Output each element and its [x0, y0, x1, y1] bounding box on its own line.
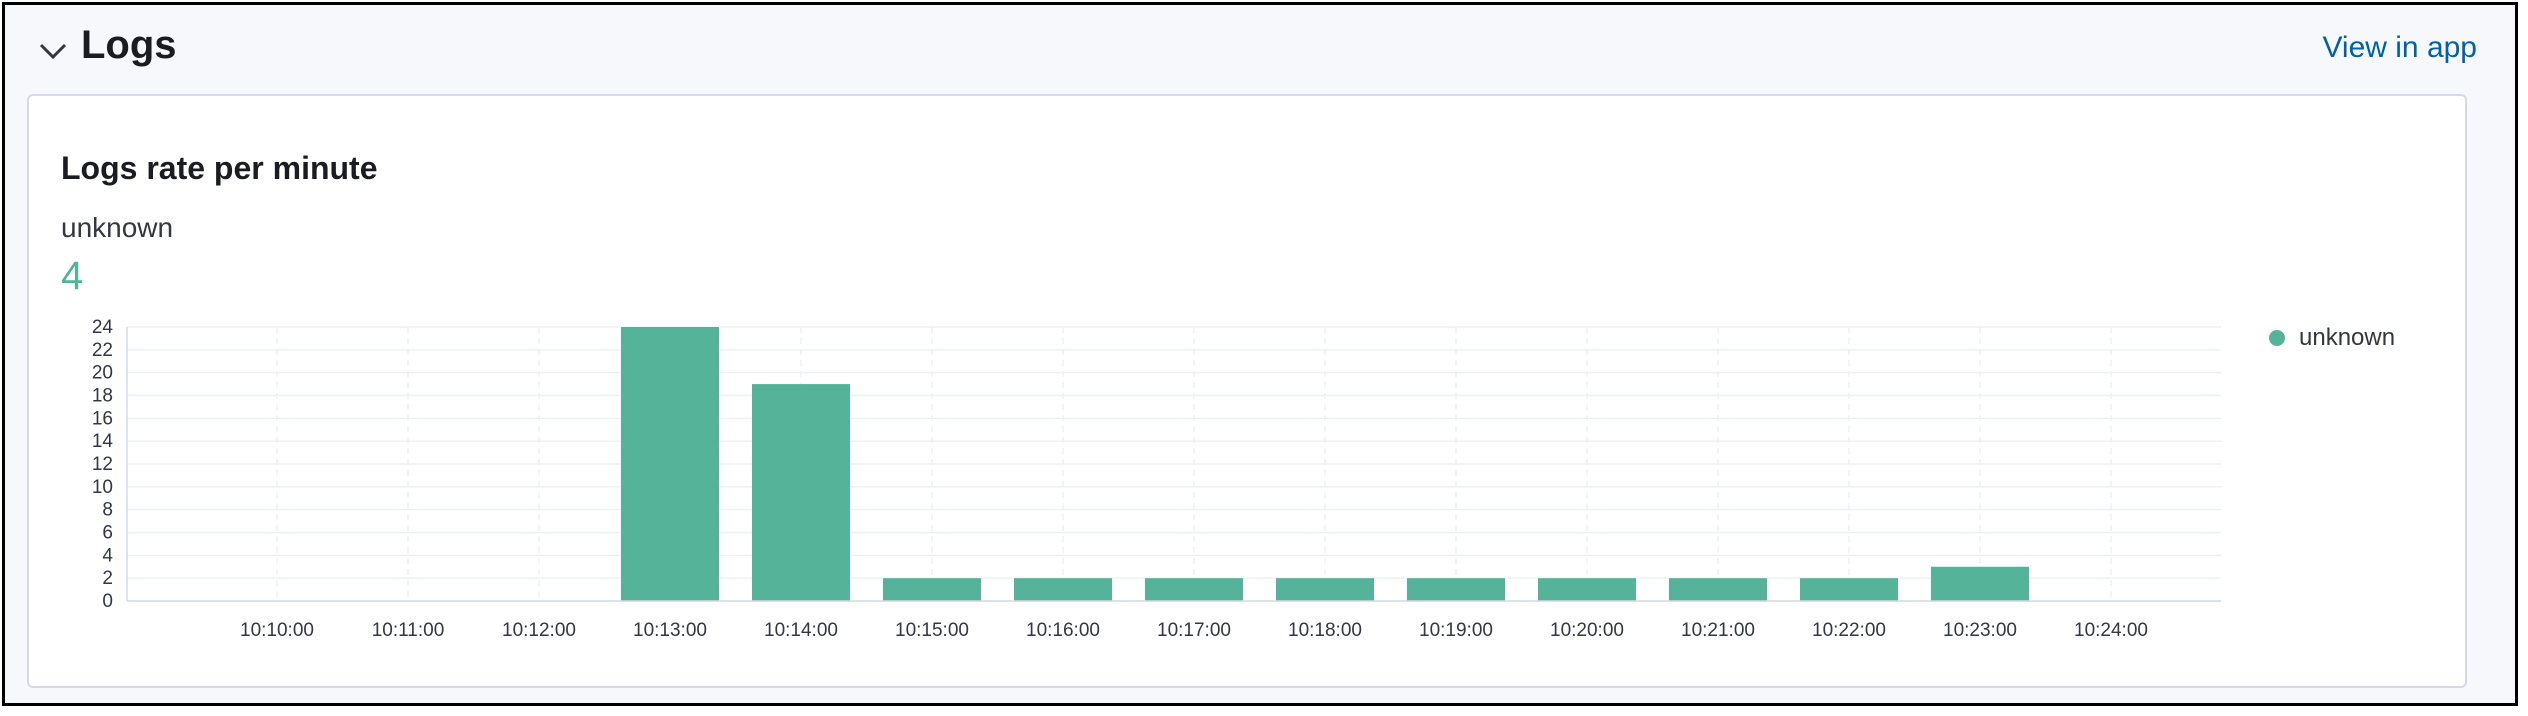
- x-tick-label: 10:15:00: [895, 620, 969, 641]
- x-tick-label: 10:20:00: [1550, 620, 1624, 641]
- y-tick-label: 12: [92, 454, 113, 475]
- y-tick-label: 22: [92, 340, 113, 361]
- bar: [1145, 578, 1243, 601]
- x-tick-label: 10:17:00: [1157, 620, 1231, 641]
- legend-label: unknown: [2299, 324, 2396, 351]
- y-tick-label: 0: [102, 591, 113, 612]
- x-tick-label: 10:13:00: [633, 620, 707, 641]
- x-tick-label: 10:14:00: [764, 620, 838, 641]
- bar-chart: 02468101214161820222410:10:00 10:11:00 10:…: [92, 317, 2221, 641]
- bar: [1800, 578, 1898, 601]
- x-tick-label: 10:21:00: [1681, 620, 1755, 641]
- logs-rate-card: Logs rate per minute unknown 4 0 2 4 6 8 10 12…: [27, 94, 2467, 688]
- bar: [1407, 578, 1505, 601]
- bar: [1538, 578, 1636, 601]
- x-tick-label: 10:11:00: [372, 620, 445, 641]
- x-tick-label: 10:10:00: [240, 620, 314, 641]
- bar: [883, 578, 981, 601]
- y-tick-label: 10: [92, 477, 113, 498]
- bar: [1669, 578, 1767, 601]
- bar: [1276, 578, 1374, 601]
- x-tick-label: 10:23:00: [1943, 620, 2017, 641]
- logs-section: Logs View in app Logs rate per minute un…: [2, 2, 2518, 706]
- y-tick-label: 16: [92, 408, 113, 429]
- chart-legend[interactable]: unknown: [2269, 324, 2395, 352]
- y-tick-label: 4: [102, 545, 113, 566]
- x-tick-label: 10:12:00: [502, 620, 576, 641]
- section-title: Logs: [81, 23, 177, 67]
- y-tick-label: 14: [92, 431, 114, 452]
- y-tick-label: 18: [92, 386, 113, 407]
- bar: [1931, 566, 2029, 601]
- y-tick-label: 2: [102, 568, 113, 589]
- x-tick-label: 10:19:00: [1419, 620, 1493, 641]
- x-tick-label: 10:16:00: [1026, 620, 1100, 641]
- chevron-down-icon[interactable]: [35, 33, 71, 69]
- bar: [621, 327, 719, 601]
- y-tick-label: 20: [92, 363, 113, 384]
- y-tick-label: 8: [102, 500, 113, 521]
- y-tick-label: 24: [92, 317, 114, 338]
- bar: [752, 384, 850, 601]
- x-tick-label: 10:18:00: [1288, 620, 1362, 641]
- x-tick-label: 10:24:00: [2074, 620, 2148, 641]
- y-tick-label: 6: [102, 523, 113, 544]
- section-header: Logs View in app: [5, 5, 2515, 91]
- bar: [1014, 578, 1112, 601]
- legend-color-dot: [2269, 330, 2285, 346]
- x-tick-label: 10:22:00: [1812, 620, 1886, 641]
- view-in-app-link[interactable]: View in app: [2322, 31, 2477, 65]
